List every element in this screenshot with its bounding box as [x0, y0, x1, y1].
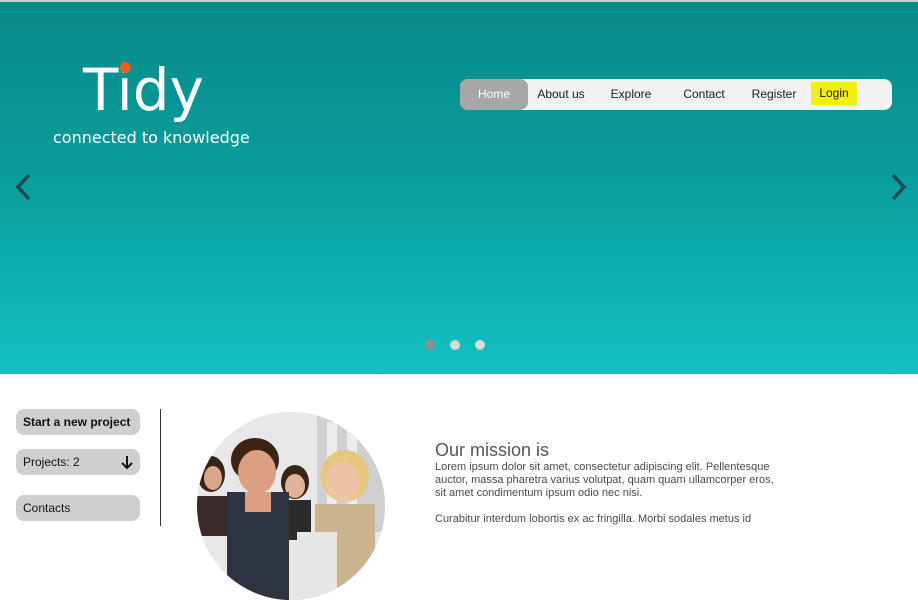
nav-explore[interactable]: Explore — [600, 79, 662, 110]
students-photo — [197, 412, 385, 600]
hero-carousel: Tidy connected to knowledge Home About u… — [0, 0, 918, 374]
projects-dropdown[interactable]: Projects: 2 — [16, 449, 140, 475]
nav-login[interactable]: Login — [811, 82, 857, 105]
mission-title: Our mission is — [435, 440, 550, 460]
nav-home[interactable]: Home — [460, 79, 528, 110]
nav-register[interactable]: Register — [743, 79, 805, 110]
chevron-right-icon[interactable] — [888, 172, 908, 202]
nav-about-us[interactable]: About us — [530, 79, 592, 110]
chevron-left-icon[interactable] — [14, 172, 34, 202]
tagline: connected to knowledge — [53, 128, 250, 147]
carousel-dot-1[interactable] — [425, 340, 435, 350]
projects-label: Projects: 2 — [23, 455, 80, 469]
arrow-down-icon — [120, 449, 134, 484]
start-new-project-button[interactable]: Start a new project — [16, 409, 140, 435]
mission-paragraph: Lorem ipsum dolor sit amet, consectetur … — [435, 461, 774, 499]
main-nav: Home About us Explore Contact Register L… — [460, 79, 892, 110]
carousel-dot-2[interactable] — [450, 340, 460, 350]
logo-dot — [120, 62, 131, 73]
mission-paragraph-2: Curabitur interdum lobortis ex ac fringi… — [435, 513, 752, 525]
sidebar-divider — [160, 409, 161, 526]
contacts-button[interactable]: Contacts — [16, 495, 140, 521]
nav-contact[interactable]: Contact — [673, 79, 735, 110]
carousel-dot-3[interactable] — [475, 340, 485, 350]
logo: Tidy — [83, 56, 204, 124]
